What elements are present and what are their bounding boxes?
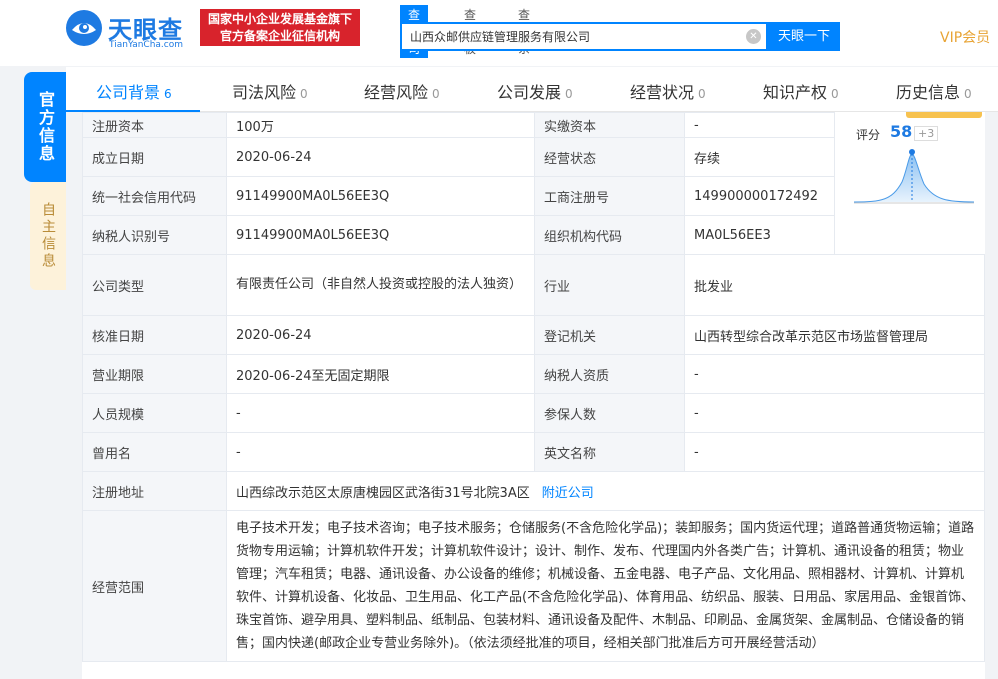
score-card[interactable]: 评分 58 +3 (846, 112, 982, 210)
side-tab-self[interactable]: 自主信息 (30, 182, 66, 290)
field-value: 存续 (684, 137, 835, 177)
address-value: 山西综改示范区太原唐槐园区武洛街31号北院3A区 (236, 485, 530, 501)
tab-judicial-risk[interactable]: 司法风险 0 (232, 79, 308, 103)
tab-count: 0 (698, 87, 706, 101)
table-row: 注册地址 山西综改示范区太原唐槐园区武洛街31号北院3A区 附近公司 (82, 471, 985, 511)
table-row: 核准日期 2020-06-24 登记机关 山西转型综合改革示范区市场监督管理局 (82, 315, 985, 355)
score-tag (906, 112, 982, 118)
field-label: 工商注册号 (534, 176, 685, 216)
field-label: 注册资本 (82, 112, 227, 138)
tab-count: 0 (432, 87, 440, 101)
search-input[interactable] (402, 24, 742, 49)
field-label: 注册地址 (82, 471, 227, 511)
score-marker-dot (909, 149, 915, 155)
field-label: 经营范围 (82, 510, 227, 662)
field-value: 100万 (226, 112, 535, 138)
field-value: 2020-06-24 (226, 137, 535, 177)
field-label: 统一社会信用代码 (82, 176, 227, 216)
table-row: 营业期限 2020-06-24至无固定期限 纳税人资质 - (82, 354, 985, 394)
logo-icon (66, 10, 102, 46)
field-label: 登记机关 (534, 315, 685, 355)
field-label: 英文名称 (534, 432, 685, 472)
field-label: 公司类型 (82, 254, 227, 316)
field-value: 91149900MA0L56EE3Q (226, 176, 535, 216)
field-value: - (226, 393, 535, 433)
field-value: 149900000172492 (684, 176, 835, 216)
field-label: 实缴资本 (534, 112, 685, 138)
field-label: 参保人数 (534, 393, 685, 433)
tab-company-background[interactable]: 公司背景 6 (96, 79, 172, 103)
table-row: 公司类型 有限责任公司（非自然人投资或控股的法人独资） 行业 批发业 (82, 254, 985, 316)
tab-intellectual-property[interactable]: 知识产权 0 (763, 79, 839, 103)
badge-line-2: 官方备案企业征信机构 (219, 29, 340, 43)
nearby-companies-link[interactable]: 附近公司 (542, 486, 594, 501)
field-value: - (684, 112, 835, 138)
search-button[interactable]: 天眼一下 (768, 22, 840, 51)
distribution-curve (854, 154, 974, 202)
tab-label: 公司背景 (96, 83, 161, 102)
tab-label: 司法风险 (232, 83, 297, 102)
field-label: 纳税人资质 (534, 354, 685, 394)
tab-label: 公司发展 (497, 83, 562, 102)
tab-count: 6 (164, 87, 172, 101)
tab-count: 0 (565, 87, 573, 101)
field-label: 曾用名 (82, 432, 227, 472)
address-value-cell: 山西综改示范区太原唐槐园区武洛街31号北院3A区 附近公司 (226, 471, 985, 511)
field-label: 行业 (534, 254, 685, 316)
score-delta: +3 (914, 126, 939, 141)
business-scope-value: 电子技术开发；电子技术咨询；电子技术服务；仓储服务(不含危险化学品)；装卸服务；… (226, 510, 985, 662)
table-row: 人员规模 - 参保人数 - (82, 393, 985, 433)
field-label: 组织机构代码 (534, 215, 685, 255)
logo-domain: TianYanCha.com (109, 40, 184, 50)
field-label: 人员规模 (82, 393, 227, 433)
field-value: - (684, 432, 985, 472)
clear-icon[interactable]: ✕ (746, 29, 761, 44)
official-badge: 国家中小企业发展基金旗下 官方备案企业征信机构 (200, 9, 360, 46)
field-label: 核准日期 (82, 315, 227, 355)
field-value: - (684, 393, 985, 433)
tab-label: 经营状况 (630, 83, 695, 102)
table-row: 经营范围 电子技术开发；电子技术咨询；电子技术服务；仓储服务(不含危险化学品)；… (82, 510, 985, 662)
badge-line-1: 国家中小企业发展基金旗下 (207, 12, 352, 26)
top-header: 天眼查 TianYanCha.com 国家中小企业发展基金旗下 官方备案企业征信… (0, 0, 998, 66)
field-value: 2020-06-24 (226, 315, 535, 355)
score-value: 58 (890, 122, 913, 141)
logo[interactable]: 天眼查 TianYanCha.com (64, 8, 192, 52)
field-value: 有限责任公司（非自然人投资或控股的法人独资） (226, 254, 535, 316)
tab-operating-risk[interactable]: 经营风险 0 (364, 79, 440, 103)
section-nav: 公司背景 6 司法风险 0 经营风险 0 公司发展 0 经营状况 0 知识产权 0 历史信息… (66, 67, 998, 112)
search-box: ✕ (400, 22, 768, 51)
field-value: 山西转型综合改革示范区市场监督管理局 (684, 315, 985, 355)
tab-company-development[interactable]: 公司发展 0 (497, 79, 573, 103)
tab-count: 0 (300, 87, 308, 101)
field-value: 91149900MA0L56EE3Q (226, 215, 535, 255)
score-distribution-chart (853, 149, 975, 204)
field-label: 纳税人识别号 (82, 215, 227, 255)
side-tab-official[interactable]: 官方信息 (24, 72, 66, 182)
tab-history-info[interactable]: 历史信息 0 (896, 79, 972, 103)
score-label: 评分 (856, 128, 881, 142)
tab-operating-status[interactable]: 经营状况 0 (630, 79, 706, 103)
field-label: 营业期限 (82, 354, 227, 394)
tab-label: 历史信息 (896, 83, 961, 102)
field-value: 2020-06-24至无固定期限 (226, 354, 535, 394)
tab-label: 经营风险 (364, 83, 429, 102)
field-value: - (684, 354, 985, 394)
field-value: 批发业 (684, 254, 985, 316)
field-value: MA0L56EE3 (684, 215, 835, 255)
table-row: 曾用名 - 英文名称 - (82, 432, 985, 472)
field-label: 经营状态 (534, 137, 685, 177)
tab-count: 0 (831, 87, 839, 101)
tab-count: 0 (964, 87, 972, 101)
field-value: - (226, 432, 535, 472)
tab-label: 知识产权 (763, 83, 828, 102)
vip-link[interactable]: VIP会员 (940, 27, 990, 47)
field-label: 成立日期 (82, 137, 227, 177)
